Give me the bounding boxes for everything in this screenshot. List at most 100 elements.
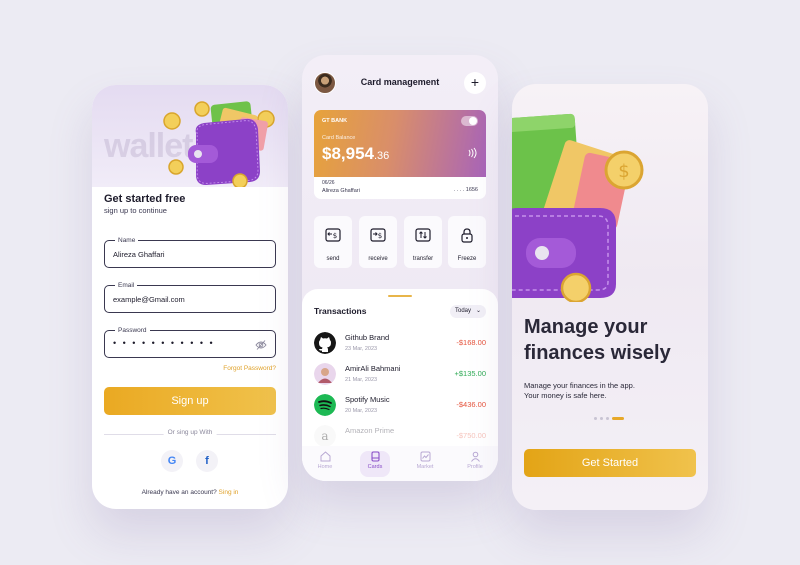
transaction-name: AmirAli Bahmani xyxy=(345,364,401,373)
page-subtitle: sign up to continue xyxy=(104,206,167,215)
receive-button[interactable]: $ receive xyxy=(359,216,397,268)
tab-label: Cards xyxy=(367,464,383,470)
action-label: send xyxy=(326,256,340,262)
password-label: Password xyxy=(115,326,150,335)
action-label: transfer xyxy=(412,256,434,262)
freeze-button[interactable]: Freeze xyxy=(448,216,486,268)
forgot-password-link[interactable]: Forgot Password? xyxy=(223,365,276,372)
github-icon xyxy=(314,332,336,354)
email-field[interactable]: Email example@Gmail.com xyxy=(104,281,276,313)
home-icon xyxy=(320,451,330,462)
plus-icon: + xyxy=(470,74,480,90)
page-dot[interactable] xyxy=(594,417,597,420)
google-button[interactable]: G xyxy=(161,450,183,472)
email-value: example@Gmail.com xyxy=(113,295,185,304)
send-button[interactable]: $ send xyxy=(314,216,352,268)
market-chart-icon xyxy=(420,451,430,462)
page-dot[interactable] xyxy=(606,417,609,420)
lock-icon xyxy=(461,228,473,243)
page-dot-active[interactable] xyxy=(612,417,624,420)
contactless-icon xyxy=(468,147,477,159)
transaction-row[interactable]: Github Brand 23 Mar, 2023 -$168.00 xyxy=(314,330,486,356)
transaction-name: Amazon Prime xyxy=(345,426,395,435)
email-label: Email xyxy=(115,281,138,290)
transaction-row[interactable]: Spotify Music 20 Mar, 2023 -$436.00 xyxy=(314,392,486,418)
transaction-date: 23 Mar, 2023 xyxy=(345,346,378,352)
headline-line: finances wisely xyxy=(524,342,671,364)
description-line: Manage your finances in the app. xyxy=(524,381,635,390)
signin-link[interactable]: Sing in xyxy=(219,489,239,496)
transfer-icon xyxy=(415,228,431,242)
card-holder: Alireza Ghaffari xyxy=(322,188,360,194)
tab-label: Market xyxy=(416,464,434,470)
tab-label: Profile xyxy=(467,464,483,470)
card-toggle[interactable] xyxy=(461,116,478,126)
onboarding-description: Manage your finances in the app. Your mo… xyxy=(524,381,635,400)
transaction-row[interactable]: AmirAli Bahmani 21 Mar, 2023 +$135.00 xyxy=(314,361,486,387)
chevron-down-icon: ⌄ xyxy=(475,308,481,314)
transfer-button[interactable]: transfer xyxy=(404,216,442,268)
transaction-name: Github Brand xyxy=(345,333,390,342)
sheet-handle[interactable] xyxy=(388,295,412,297)
transaction-name: Spotify Music xyxy=(345,395,390,404)
transaction-amount: -$436.00 xyxy=(456,400,486,409)
transactions-title: Transactions xyxy=(314,306,367,316)
receive-dollar-icon: $ xyxy=(370,228,386,242)
tab-market[interactable]: Market xyxy=(410,451,440,477)
eye-off-icon[interactable] xyxy=(255,339,267,351)
svg-text:$: $ xyxy=(378,232,382,240)
balance-main: $8,954 xyxy=(322,144,374,163)
profile-icon xyxy=(470,451,480,462)
card-management-screen: Card management + GT BANK Card Balance $… xyxy=(302,55,498,481)
name-field[interactable]: Name Alireza Ghaffari xyxy=(104,236,276,268)
add-card-button[interactable]: + xyxy=(464,72,486,94)
wallet-illustration xyxy=(163,101,275,187)
transaction-date: 21 Mar, 2023 xyxy=(345,377,378,383)
svg-text:a: a xyxy=(321,429,328,443)
card-face: GT BANK Card Balance $8,954.36 xyxy=(314,110,486,177)
balance-cents: .36 xyxy=(374,150,390,162)
send-dollar-icon: $ xyxy=(325,228,341,242)
or-signup-text: Or sing up With xyxy=(163,429,217,436)
amazon-icon: a xyxy=(314,425,336,447)
password-value: • • • • • • • • • • • xyxy=(113,338,215,348)
date-filter[interactable]: Today ⌄ xyxy=(450,305,486,318)
tab-label: Home xyxy=(317,464,333,470)
transaction-date: 20 Mar, 2023 xyxy=(345,408,378,414)
google-icon: G xyxy=(167,455,177,467)
page-indicator xyxy=(594,417,634,421)
spotify-icon xyxy=(314,394,336,416)
facebook-icon: f xyxy=(205,455,209,467)
get-started-button[interactable]: Get Started xyxy=(524,449,696,477)
password-field[interactable]: Password • • • • • • • • • • • xyxy=(104,326,276,358)
action-label: receive xyxy=(368,256,388,262)
have-account-text: Already have an account? xyxy=(141,489,217,496)
date-filter-label: Today xyxy=(455,308,472,314)
action-label: Freeze xyxy=(457,256,477,262)
contact-avatar xyxy=(314,363,336,385)
wallet-illustration: $ xyxy=(512,113,644,302)
page-dot[interactable] xyxy=(600,417,603,420)
tab-cards[interactable]: Cards xyxy=(360,451,390,477)
signup-button[interactable]: Sign up xyxy=(104,387,276,415)
transaction-amount: +$135.00 xyxy=(454,369,487,378)
svg-text:$: $ xyxy=(618,161,629,182)
onboarding-headline: Manage your finances wisely xyxy=(524,314,671,366)
cards-icon xyxy=(370,451,380,462)
bank-name: GT BANK xyxy=(322,118,348,124)
bank-card[interactable]: GT BANK Card Balance $8,954.36 06/26 Ali… xyxy=(314,110,486,199)
signup-screen: wallet Get started free sign up to conti… xyxy=(92,85,288,509)
headline-line: Manage your xyxy=(524,316,648,338)
signup-hero: wallet xyxy=(92,85,288,187)
tab-profile[interactable]: Profile xyxy=(460,451,490,477)
facebook-button[interactable]: f xyxy=(196,450,218,472)
transaction-amount: -$750.00 xyxy=(456,431,486,440)
signin-prompt: Already have an account? Sing in xyxy=(92,489,288,496)
onboarding-screen: $ Manage your finances wisely Manage you… xyxy=(512,84,708,510)
card-balance: $8,954.36 xyxy=(322,144,389,164)
card-number: . . . . 1656 xyxy=(453,187,478,193)
page-title: Get started free xyxy=(104,193,186,205)
tab-home[interactable]: Home xyxy=(310,451,340,477)
transaction-amount: -$168.00 xyxy=(456,338,486,347)
card-expiry: 06/26 xyxy=(322,180,335,186)
